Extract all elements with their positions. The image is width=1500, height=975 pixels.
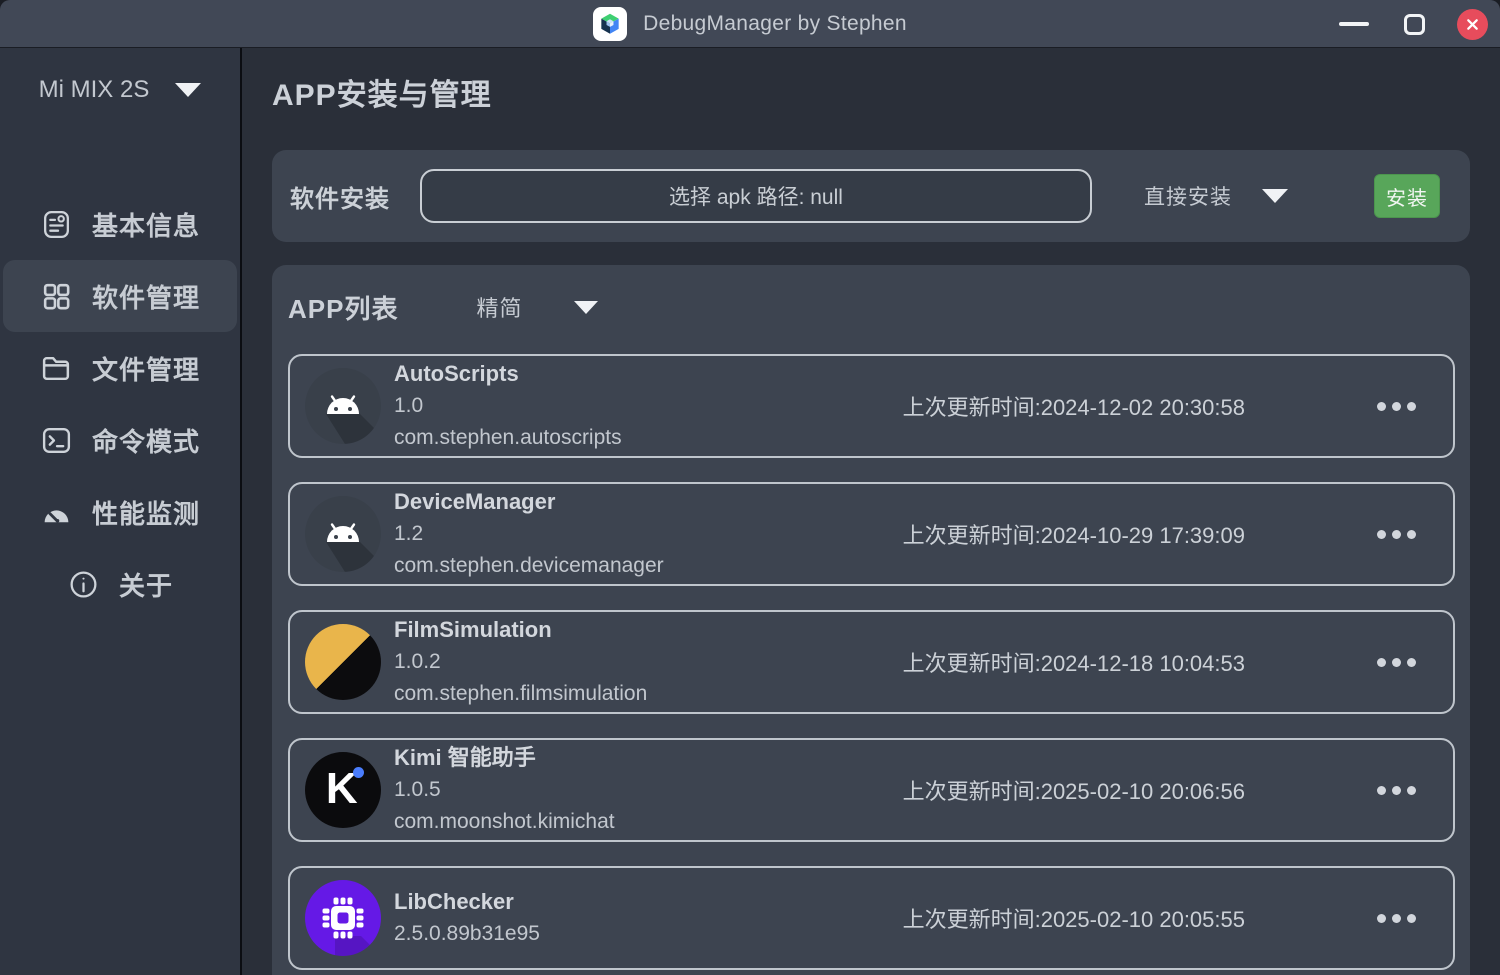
- android-robot-icon: [305, 496, 381, 572]
- sidebar-item-files[interactable]: 文件管理: [3, 332, 237, 404]
- install-mode-dropdown[interactable]: 直接安装: [1144, 181, 1288, 211]
- window-title: DebugManager by Stephen: [643, 12, 907, 36]
- app-version: 1.0.2: [394, 646, 647, 678]
- chip-icon: [305, 880, 381, 956]
- device-selector[interactable]: Mi MIX 2S: [0, 62, 240, 118]
- app-row[interactable]: K Kimi 智能助手 1.0.5 com.moonshot.kimichat …: [288, 738, 1455, 842]
- compose-cube-icon: [593, 7, 627, 41]
- app-row[interactable]: AutoScripts 1.0 com.stephen.autoscripts …: [288, 354, 1455, 458]
- apk-path-input[interactable]: [420, 169, 1092, 223]
- install-section: 软件安装 直接安装 安装: [272, 150, 1470, 242]
- app-package: com.moonshot.kimichat: [394, 806, 615, 838]
- sidebar-item-software[interactable]: 软件管理: [3, 260, 237, 332]
- kimi-logo-icon: K: [305, 752, 381, 828]
- sidebar-item-about[interactable]: 关于: [3, 548, 237, 620]
- install-label: 软件安装: [290, 179, 390, 214]
- app-version: 1.0: [394, 390, 622, 422]
- app-name: DeviceManager: [394, 486, 664, 518]
- list-filter-dropdown[interactable]: 精简: [476, 291, 598, 323]
- sidebar-item-command[interactable]: 命令模式: [3, 404, 237, 476]
- app-version: 2.5.0.89b31e95: [394, 918, 540, 950]
- sidebar-nav: 基本信息 软件管理 文件管理 命令模式 性能监测 关于: [0, 188, 240, 620]
- app-updated-time: 上次更新时间:2024-10-29 17:39:09: [903, 518, 1245, 550]
- app-package: com.stephen.autoscripts: [394, 422, 622, 454]
- main-content: APP安装与管理 软件安装 直接安装 安装 APP列表 精简: [242, 48, 1500, 975]
- folder-icon: [40, 351, 74, 385]
- row-menu-button[interactable]: [1371, 652, 1422, 673]
- app-updated-time: 上次更新时间:2024-12-18 10:04:53: [903, 646, 1245, 678]
- app-list-section: APP列表 精简 AutoScripts 1.0 com.stephen.aut…: [272, 265, 1470, 975]
- app-updated-time: 上次更新时间:2025-02-10 20:06:56: [903, 774, 1245, 806]
- row-menu-button[interactable]: [1371, 780, 1422, 801]
- row-menu-button[interactable]: [1371, 524, 1422, 545]
- app-name: FilmSimulation: [394, 614, 647, 646]
- minimize-icon: [1339, 22, 1369, 26]
- device-name: Mi MIX 2S: [39, 76, 150, 104]
- film-circle-icon: [305, 624, 381, 700]
- terminal-icon: [40, 423, 74, 457]
- sidebar-item-basic-info[interactable]: 基本信息: [3, 188, 237, 260]
- app-version: 1.0.5: [394, 774, 615, 806]
- app-package: com.stephen.devicemanager: [394, 550, 664, 582]
- app-row[interactable]: DeviceManager 1.2 com.stephen.devicemana…: [288, 482, 1455, 586]
- info-icon: [67, 567, 101, 601]
- sidebar: Mi MIX 2S 基本信息 软件管理 文件管理 命令模式 性能监测 关于: [0, 48, 242, 975]
- app-name: LibChecker: [394, 886, 540, 918]
- row-menu-button[interactable]: [1371, 908, 1422, 929]
- row-menu-button[interactable]: [1371, 396, 1422, 417]
- maximize-icon: [1404, 14, 1425, 35]
- app-list-title: APP列表: [288, 289, 398, 326]
- android-robot-icon: [305, 368, 381, 444]
- maximize-button[interactable]: [1397, 7, 1431, 41]
- chevron-down-icon: [1262, 189, 1288, 203]
- app-row[interactable]: FilmSimulation 1.0.2 com.stephen.filmsim…: [288, 610, 1455, 714]
- titlebar[interactable]: DebugManager by Stephen: [0, 0, 1500, 48]
- sidebar-item-performance[interactable]: 性能监测: [3, 476, 237, 548]
- app-name: AutoScripts: [394, 358, 622, 390]
- install-mode-label: 直接安装: [1144, 181, 1232, 211]
- list-filter-label: 精简: [476, 291, 522, 323]
- app-rows: AutoScripts 1.0 com.stephen.autoscripts …: [288, 354, 1455, 970]
- id-card-icon: [40, 207, 74, 241]
- app-updated-time: 上次更新时间:2025-02-10 20:05:55: [903, 902, 1245, 934]
- chevron-down-icon: [175, 83, 201, 97]
- grid-icon: [40, 279, 74, 313]
- app-package: com.stephen.filmsimulation: [394, 678, 647, 710]
- close-icon: [1465, 17, 1480, 32]
- chevron-down-icon: [574, 301, 598, 314]
- install-button[interactable]: 安装: [1374, 174, 1440, 218]
- close-button[interactable]: [1457, 9, 1488, 40]
- app-updated-time: 上次更新时间:2024-12-02 20:30:58: [903, 390, 1245, 422]
- minimize-button[interactable]: [1337, 7, 1371, 41]
- gauge-icon: [40, 495, 74, 529]
- app-name: Kimi 智能助手: [394, 742, 615, 774]
- app-window: DebugManager by Stephen Mi MIX 2S 基本信息 软…: [0, 0, 1500, 975]
- page-title: APP安装与管理: [272, 70, 1470, 114]
- app-row[interactable]: LibChecker 2.5.0.89b31e95 上次更新时间:2025-02…: [288, 866, 1455, 970]
- app-version: 1.2: [394, 518, 664, 550]
